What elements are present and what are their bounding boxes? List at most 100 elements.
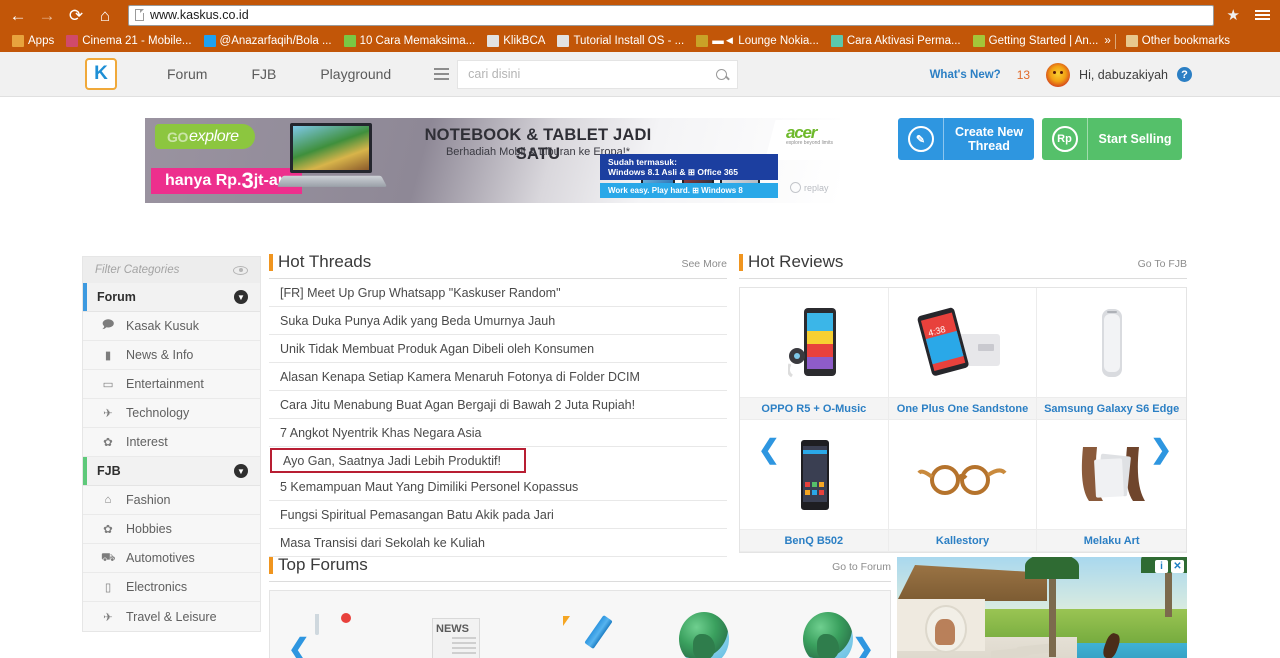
go-to-forum-link[interactable]: Go to Forum: [832, 561, 891, 573]
bookmark-label: ▬◄ Lounge Nokia...: [712, 35, 819, 47]
search-input[interactable]: [468, 67, 717, 81]
sidebar-item-news-info[interactable]: ▮ News & Info: [83, 341, 260, 370]
sidebar-item-electronics[interactable]: ▯ Electronics: [83, 573, 260, 602]
chevron-down-icon[interactable]: ▼: [234, 290, 248, 304]
kaskus-logo[interactable]: K: [85, 58, 117, 90]
replay-control[interactable]: replay: [790, 182, 829, 193]
sidebar-item-technology[interactable]: ✈ Technology: [83, 399, 260, 428]
sidebar-group-forum[interactable]: Forum ▼: [83, 283, 260, 312]
search-field-wrapper[interactable]: [457, 59, 739, 89]
thread-title: Fungsi Spiritual Pemasangan Batu Akik pa…: [280, 507, 554, 522]
promo-banner-ad[interactable]: GO explore hanya Rp. 3 jt-an NOTEBOOK & TAB…: [145, 118, 840, 203]
review-thumbnail[interactable]: [888, 420, 1038, 530]
bookmark-item[interactable]: Tutorial Install OS - ...: [551, 33, 690, 49]
filter-categories-row[interactable]: Filter Categories: [83, 257, 260, 283]
review-title[interactable]: Melaku Art: [1037, 530, 1186, 552]
list-item[interactable]: Cara Jitu Menabung Buat Agan Bergaji di …: [269, 391, 727, 419]
avatar[interactable]: [1046, 62, 1071, 87]
thread-title: 5 Kemampuan Maut Yang Dimiliki Personel …: [280, 479, 579, 494]
sidebar-group-fjb[interactable]: FJB ▼: [83, 457, 260, 486]
browser-menu-icon[interactable]: [1255, 10, 1270, 20]
sidebar-item-travel-leisure[interactable]: ✈ Travel & Leisure: [83, 602, 260, 631]
search-icon[interactable]: [716, 68, 728, 80]
sidebar-item-hobbies[interactable]: ✿ Hobbies: [83, 515, 260, 544]
list-item[interactable]: Fungsi Spiritual Pemasangan Batu Akik pa…: [269, 501, 727, 529]
review-thumbnail[interactable]: 4:38: [888, 288, 1038, 398]
go-to-fjb-link[interactable]: Go To FJB: [1138, 258, 1187, 270]
review-title[interactable]: One Plus One Sandstone: [888, 398, 1038, 420]
menu-icon[interactable]: [425, 59, 458, 89]
review-title[interactable]: OPPO R5 + O-Music: [740, 398, 889, 420]
list-item[interactable]: [FR] Meet Up Grup Whatsapp "Kaskuser Ran…: [269, 279, 727, 307]
sidebar-item-fashion[interactable]: ⌂ Fashion: [83, 486, 260, 515]
included-software-box: Sudah termasuk: Windows 8.1 Asli & ⊞ Off…: [600, 154, 778, 180]
reload-icon[interactable]: ⟳: [66, 5, 86, 25]
nav-item-forum[interactable]: Forum: [145, 66, 229, 82]
whats-new-link[interactable]: What's New?: [930, 69, 1001, 81]
nav-item-playground[interactable]: Playground: [298, 66, 413, 82]
sidebar-item-kasak-kusuk[interactable]: 🗩 Kasak Kusuk: [83, 312, 260, 341]
hot-reviews-grid: 4:38 OPPO R5 + O-Music One Plus One Sand…: [739, 287, 1187, 553]
home-icon[interactable]: ⌂: [95, 5, 115, 25]
address-bar[interactable]: www.kaskus.co.id: [128, 4, 1214, 26]
page-title: Hot Threads: [269, 252, 371, 272]
back-arrow-icon[interactable]: ←: [8, 5, 28, 25]
list-item[interactable]: Alasan Kenapa Setiap Kamera Menaruh Foto…: [269, 363, 727, 391]
pencil-glyph: ✎: [907, 126, 934, 152]
list-item[interactable]: Masa Transisi dari Sekolah ke Kuliah: [269, 529, 727, 557]
user-greeting[interactable]: Hi, dabuzakiyah: [1079, 68, 1168, 82]
thread-title: 7 Angkot Nyentrik Khas Negara Asia: [280, 425, 482, 440]
list-item-highlighted[interactable]: Ayo Gan, Saatnya Jadi Lebih Produktif!: [270, 448, 526, 473]
bookmark-item[interactable]: 10 Cara Memaksima...: [338, 33, 482, 49]
sidebar-display-ad[interactable]: i ✕: [897, 557, 1187, 658]
notification-count-badge[interactable]: 13: [1009, 66, 1038, 83]
bookmark-item[interactable]: KlikBCA: [481, 33, 551, 49]
chevron-right-icon[interactable]: ❯: [1150, 436, 1172, 462]
forum-card-blog-collections[interactable]: B-Log Collections: [518, 610, 642, 658]
forum-card-madura[interactable]: Madura: [642, 610, 766, 658]
bookmark-item[interactable]: Cara Aktivasi Perma...: [825, 33, 967, 49]
chevron-down-icon[interactable]: ▼: [234, 464, 248, 478]
review-thumbnail[interactable]: [740, 288, 889, 398]
bookmark-item[interactable]: Apps: [6, 33, 60, 49]
bookmark-item[interactable]: Getting Started | An...: [967, 33, 1105, 49]
sidebar-item-interest[interactable]: ✿ Interest: [83, 428, 260, 457]
replay-label: replay: [804, 182, 829, 193]
list-item[interactable]: 5 Kemampuan Maut Yang Dimiliki Personel …: [269, 473, 727, 501]
review-thumbnail[interactable]: [1037, 288, 1186, 398]
bookmark-star-icon[interactable]: ★: [1227, 6, 1240, 24]
see-more-link[interactable]: See More: [681, 258, 727, 270]
thread-title: Ayo Gan, Saatnya Jadi Lebih Produktif!: [283, 453, 501, 468]
nav-item-fjb[interactable]: FJB: [229, 66, 298, 82]
help-question-icon[interactable]: ?: [1177, 67, 1192, 82]
phone-icon: ▯: [104, 582, 112, 594]
list-item[interactable]: 7 Angkot Nyentrik Khas Negara Asia: [269, 419, 727, 447]
list-item[interactable]: Unik Tidak Membuat Produk Agan Dibeli ol…: [269, 335, 727, 363]
newspaper-masthead: NEWS: [436, 623, 469, 635]
bookmark-item[interactable]: ▬◄ Lounge Nokia...: [690, 33, 825, 49]
bookmark-item[interactable]: @Anazarfaqih/Bola ...: [198, 33, 338, 49]
close-ad-icon[interactable]: ✕: [1171, 560, 1184, 573]
chevron-right-icon[interactable]: ❯: [852, 635, 874, 658]
list-item[interactable]: Suka Duka Punya Adik yang Beda Umurnya J…: [269, 307, 727, 335]
create-new-thread-button[interactable]: ✎ Create New Thread: [898, 118, 1034, 160]
eye-icon[interactable]: [233, 265, 248, 275]
bookmark-item[interactable]: Cinema 21 - Mobile...: [60, 33, 197, 49]
review-title[interactable]: Kallestory: [888, 530, 1038, 552]
forward-arrow-icon[interactable]: →: [37, 5, 57, 25]
other-bookmarks-folder[interactable]: Other bookmarks: [1120, 33, 1236, 49]
adchoices-info-icon[interactable]: i: [1155, 560, 1168, 573]
hot-threads-header: Hot Threads See More: [269, 252, 727, 279]
sidebar-item-entertainment[interactable]: ▭ Entertainment: [83, 370, 260, 399]
bookmarks-overflow-button[interactable]: »: [1104, 35, 1110, 47]
forum-card-berita-dan-politik[interactable]: NEWS Berita Dan Politik: [394, 610, 518, 658]
review-title[interactable]: Samsung Galaxy S6 Edge: [1037, 398, 1186, 420]
sidebar-item-automotives[interactable]: ⛟ Automotives: [83, 544, 260, 573]
category-sidebar: Filter Categories Forum ▼ 🗩 Kasak Kusuk …: [82, 256, 261, 632]
review-title[interactable]: BenQ B502: [740, 530, 889, 552]
windows-tagline-box: Work easy. Play hard. ⊞ Windows 8: [600, 183, 778, 198]
sidebar-item-label: Hobbies: [126, 522, 172, 536]
start-selling-button[interactable]: Rp Start Selling: [1042, 118, 1182, 160]
cocktail-glass-icon: [303, 610, 361, 658]
chevron-left-icon[interactable]: ❮: [758, 436, 780, 462]
